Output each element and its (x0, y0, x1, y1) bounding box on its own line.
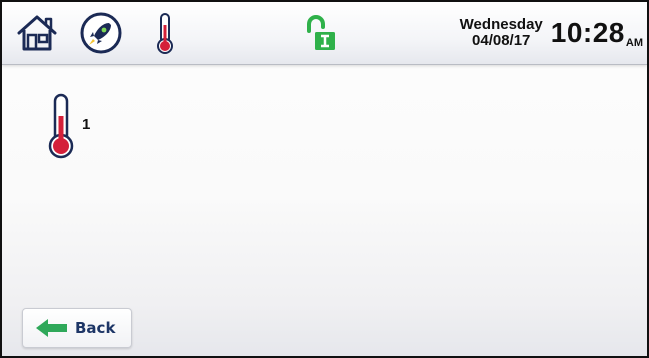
arrow-left-icon (35, 318, 69, 338)
launch-button[interactable] (78, 10, 124, 56)
unlock-icon (307, 15, 335, 50)
thermometer-icon (48, 93, 74, 159)
top-bar: Wednesday 04/08/17 10:28 AM (2, 2, 647, 65)
screen: Wednesday 04/08/17 10:28 AM 1 Back (0, 0, 649, 358)
weekday: Wednesday (459, 16, 543, 34)
rocket-icon (80, 12, 122, 54)
date: 04/08/17 (472, 32, 531, 49)
home-button[interactable] (14, 10, 60, 56)
clock-time: 10:28 (550, 17, 625, 48)
temperature-sensor-tile[interactable]: 1 (44, 92, 114, 164)
datetime-display: Wednesday 04/08/17 10:28 AM (460, 8, 643, 58)
sensor-label: 1 (82, 116, 91, 133)
thermometer-icon (157, 13, 173, 54)
lock-status-button[interactable] (300, 14, 340, 54)
temperature-button[interactable] (142, 10, 188, 56)
back-button[interactable]: Back (22, 308, 132, 348)
back-button-label: Back (75, 319, 116, 337)
date-block: Wednesday 04/08/17 (460, 17, 543, 49)
clock-ampm: AM (625, 37, 643, 49)
home-icon (17, 15, 57, 51)
